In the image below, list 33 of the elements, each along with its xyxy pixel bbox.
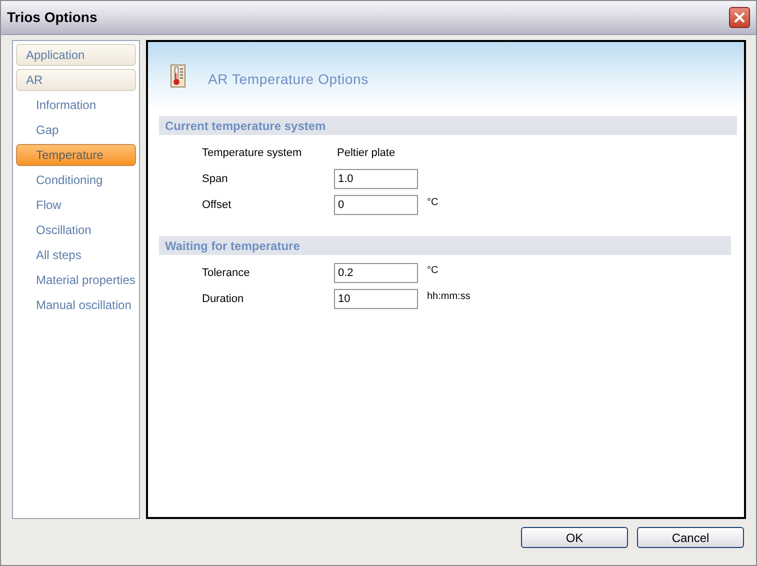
- field-value: Peltier plate: [336, 146, 396, 161]
- sidebar-item[interactable]: Conditioning: [16, 169, 136, 191]
- sidebar-item[interactable]: AR: [16, 69, 136, 91]
- sidebar-item[interactable]: All steps: [16, 244, 136, 266]
- field-label: Span: [202, 172, 229, 187]
- window-title: Trios Options: [7, 8, 98, 27]
- dialog-button[interactable]: Cancel: [637, 527, 744, 548]
- sidebar-item[interactable]: Material properties: [16, 269, 136, 291]
- field-label: Duration: [202, 292, 245, 307]
- sidebar-item[interactable]: Gap: [16, 119, 136, 141]
- input-field[interactable]: 0.2: [334, 263, 418, 283]
- sidebar-item[interactable]: Application: [16, 44, 136, 66]
- unit-label: °C: [427, 196, 438, 210]
- field-label: Offset: [202, 198, 232, 213]
- sidebar-item[interactable]: Oscillation: [16, 219, 136, 241]
- field-label: Tolerance: [202, 266, 251, 281]
- field-label: Temperature system: [202, 146, 303, 161]
- thermometer-icon: [170, 64, 186, 88]
- unit-label: hh:mm:ss: [427, 290, 470, 304]
- input-field[interactable]: 1.0: [334, 169, 418, 189]
- input-field[interactable]: 0: [334, 195, 418, 215]
- page-title: AR Temperature Options: [208, 70, 368, 89]
- sidebar-item[interactable]: Flow: [16, 194, 136, 216]
- close-button[interactable]: [729, 7, 750, 28]
- close-icon: [733, 11, 746, 24]
- sidebar-item[interactable]: Manual oscillation: [16, 294, 136, 316]
- sidebar-item[interactable]: Temperature: [16, 144, 136, 166]
- dialog-button[interactable]: OK: [521, 527, 628, 548]
- section-header: Current temperature system: [159, 116, 737, 135]
- section-header: Waiting for temperature: [159, 236, 731, 255]
- input-field[interactable]: 10: [334, 289, 418, 309]
- unit-label: °C: [427, 264, 438, 278]
- sidebar-item[interactable]: Information: [16, 94, 136, 116]
